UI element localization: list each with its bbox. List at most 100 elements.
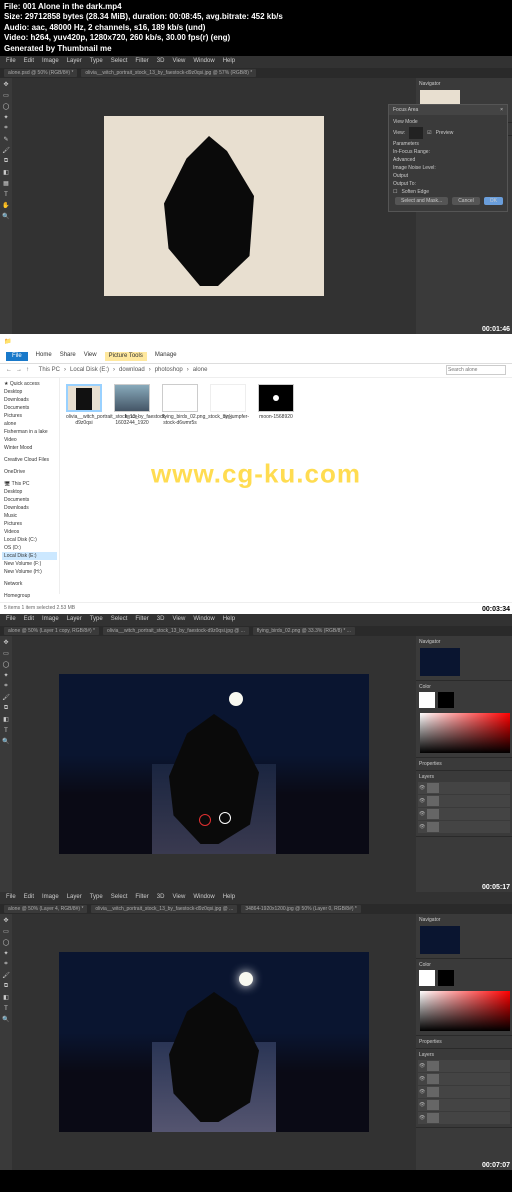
sidebar-item[interactable]: Downloads [2, 396, 57, 404]
navigator-panel[interactable]: Navigator [418, 638, 510, 646]
zoom-tool-icon[interactable]: 🔍 [1, 1015, 11, 1025]
text-tool-icon[interactable]: T [1, 190, 11, 200]
quick-access[interactable]: ★ Quick access [2, 380, 57, 388]
sidebar-item[interactable]: Winter Mood [2, 444, 57, 452]
menu-select[interactable]: Select [111, 58, 128, 66]
layer-row[interactable]: 👁 [418, 1099, 510, 1111]
tab-2[interactable]: olivia__witch_portrait_stock_13_by_faest… [103, 627, 249, 635]
marquee-tool-icon[interactable]: ▭ [1, 649, 11, 659]
layer-row[interactable]: 👁 [418, 1060, 510, 1072]
file-item[interactable]: fence-1603244_1920 [114, 384, 150, 426]
wand-tool-icon[interactable]: ✦ [1, 671, 11, 681]
this-pc[interactable]: 🖥 This PC [2, 480, 57, 488]
ribbon-home[interactable]: Home [36, 352, 52, 361]
gradient-tool-icon[interactable]: ▦ [1, 179, 11, 189]
cancel-button[interactable]: Cancel [452, 197, 480, 205]
lasso-tool-icon[interactable]: ◯ [1, 102, 11, 112]
lasso-tool-icon[interactable]: ◯ [1, 938, 11, 948]
forward-icon[interactable]: → [16, 367, 22, 373]
file-item[interactable]: olivia__witch_portrait_stock_13_by_faest… [66, 384, 102, 426]
menu-file[interactable]: File [6, 616, 16, 624]
ribbon-manage[interactable]: Manage [155, 352, 177, 361]
layer-row[interactable]: 👁 [418, 795, 510, 807]
crop-tool-icon[interactable]: ⌗ [1, 960, 11, 970]
sidebar-item-selected[interactable]: Local Disk (E:) [2, 552, 57, 560]
background-swatch[interactable] [438, 970, 454, 986]
foreground-swatch[interactable] [419, 970, 435, 986]
sidebar-item[interactable]: Videos [2, 528, 57, 536]
menu-type[interactable]: Type [90, 58, 103, 66]
menu-layer[interactable]: Layer [67, 58, 82, 66]
search-input[interactable] [446, 365, 506, 375]
move-tool-icon[interactable]: ✥ [1, 638, 11, 648]
sidebar-item[interactable]: Documents [2, 496, 57, 504]
menu-type[interactable]: Type [90, 616, 103, 624]
layer-row[interactable]: 👁 [418, 1112, 510, 1124]
tab-3[interactable]: 34864-1920x1200.jpg @ 50% (Layer 0, RGB/… [241, 905, 361, 913]
color-panel[interactable]: Color [418, 683, 510, 691]
hand-tool-icon[interactable]: ✋ [1, 201, 11, 211]
brush-tool-icon[interactable]: 🖌 [1, 693, 11, 703]
menu-help[interactable]: Help [223, 58, 235, 66]
file-item[interactable]: flying_birds_02.png_stock_by_jumpfer-sto… [162, 384, 198, 426]
menu-image[interactable]: Image [42, 616, 59, 624]
sidebar-item[interactable]: Local Disk (C:) [2, 536, 57, 544]
ribbon-share[interactable]: Share [60, 352, 76, 361]
properties-panel[interactable]: Properties [418, 1038, 510, 1046]
menu-select[interactable]: Select [111, 616, 128, 624]
brush-tool-icon[interactable]: 🖌 [1, 971, 11, 981]
breadcrumb[interactable]: alone [193, 367, 208, 373]
network[interactable]: Network [2, 580, 57, 588]
color-picker[interactable] [420, 991, 510, 1031]
sidebar-item[interactable]: Music [2, 512, 57, 520]
menu-image[interactable]: Image [42, 58, 59, 66]
address-bar[interactable]: ← → ↑ This PC › Local Disk (E:) › downlo… [0, 364, 512, 378]
clone-tool-icon[interactable]: ⧉ [1, 982, 11, 992]
tab-1[interactable]: alone @ 50% (Layer 4, RGB/8#) * [4, 905, 87, 913]
file-item[interactable]: link [210, 384, 246, 420]
menu-select[interactable]: Select [111, 894, 128, 902]
foreground-swatch[interactable] [419, 692, 435, 708]
menu-3d[interactable]: 3D [157, 616, 165, 624]
background-swatch[interactable] [438, 692, 454, 708]
tab-1[interactable]: alone @ 50% (Layer 1 copy, RGB/8#) * [4, 627, 99, 635]
sidebar-item[interactable]: Pictures [2, 520, 57, 528]
sidebar-item[interactable]: New Volume (F:) [2, 560, 57, 568]
text-tool-icon[interactable]: T [1, 726, 11, 736]
menu-edit[interactable]: Edit [24, 58, 34, 66]
breadcrumb[interactable]: photoshop [155, 367, 183, 373]
layers-panel[interactable]: Layers [418, 773, 510, 781]
navigator-panel[interactable]: Navigator [418, 916, 510, 924]
clone-tool-icon[interactable]: ⧉ [1, 157, 11, 167]
layer-row[interactable]: 👁 [418, 821, 510, 833]
text-tool-icon[interactable]: T [1, 1004, 11, 1014]
ribbon-view[interactable]: View [84, 352, 97, 361]
tab-1[interactable]: alone.psd @ 50% (RGB/8#) * [4, 69, 77, 77]
sidebar-item[interactable]: Desktop [2, 388, 57, 396]
tab-2[interactable]: olivia__witch_portrait_stock_13_by_faest… [91, 905, 237, 913]
zoom-tool-icon[interactable]: 🔍 [1, 212, 11, 222]
ribbon-file[interactable]: File [6, 352, 28, 361]
menu-help[interactable]: Help [223, 894, 235, 902]
preview-checkbox[interactable]: Preview [436, 130, 454, 136]
menu-image[interactable]: Image [42, 894, 59, 902]
layer-row[interactable]: 👁 [418, 782, 510, 794]
tab-3[interactable]: flying_birds_02.png @ 33.3% (RGB/8) * ..… [253, 627, 355, 635]
layer-row[interactable]: 👁 [418, 1086, 510, 1098]
canvas-area[interactable] [12, 914, 416, 1170]
menu-filter[interactable]: Filter [135, 894, 148, 902]
homegroup[interactable]: Homegroup [2, 592, 57, 600]
wand-tool-icon[interactable]: ✦ [1, 949, 11, 959]
menu-edit[interactable]: Edit [24, 616, 34, 624]
breadcrumb[interactable]: This PC [39, 367, 60, 373]
color-picker[interactable] [420, 713, 510, 753]
file-item[interactable]: moon-1568920 [258, 384, 294, 420]
menu-view[interactable]: View [172, 894, 185, 902]
onedrive[interactable]: OneDrive [2, 468, 57, 476]
sidebar-item[interactable]: alone [2, 420, 57, 428]
ok-button[interactable]: OK [484, 197, 503, 205]
sidebar-item[interactable]: Video [2, 436, 57, 444]
move-tool-icon[interactable]: ✥ [1, 80, 11, 90]
layer-row[interactable]: 👁 [418, 808, 510, 820]
menu-help[interactable]: Help [223, 616, 235, 624]
